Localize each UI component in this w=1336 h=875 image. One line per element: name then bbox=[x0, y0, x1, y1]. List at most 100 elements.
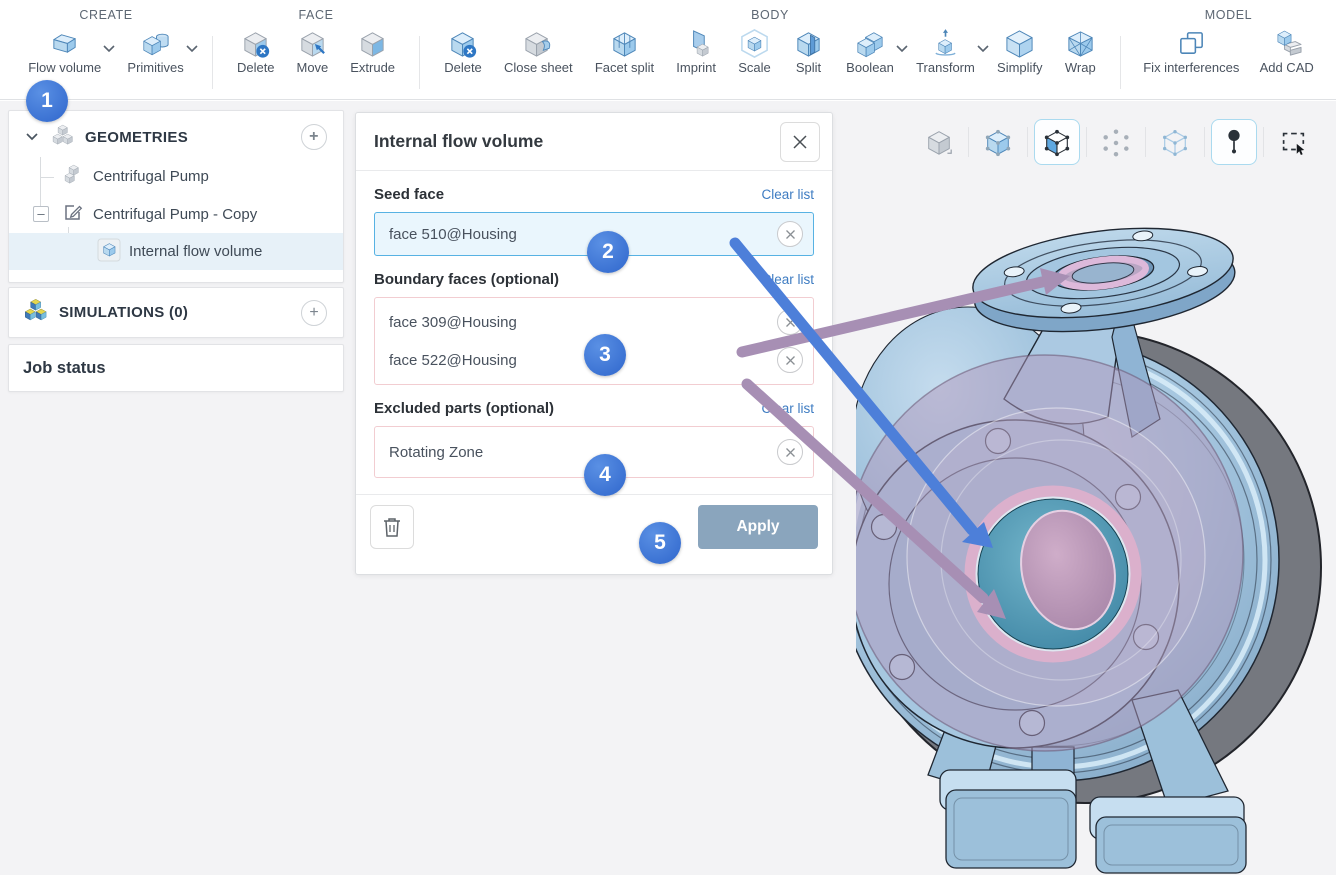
chevron-down-icon[interactable] bbox=[977, 40, 989, 58]
toolbar-button-primitives[interactable]: Primitives bbox=[123, 26, 187, 77]
split-icon bbox=[793, 28, 824, 59]
toolbar-button-face-move[interactable]: Move bbox=[292, 26, 332, 77]
toolbar-group-face: FACE Delete Move Extrude bbox=[213, 0, 419, 99]
vertex-select-icon[interactable] bbox=[1093, 119, 1139, 165]
toolbar-button-label: Delete bbox=[237, 60, 275, 75]
delete-operation-button[interactable] bbox=[370, 505, 414, 549]
toolbar-button-label: Split bbox=[796, 60, 821, 75]
clear-list-link-seed[interactable]: Clear list bbox=[761, 187, 814, 202]
trash-icon bbox=[382, 516, 402, 538]
toolbar-button-label: Close sheet bbox=[504, 60, 573, 75]
step-badge-5: 5 bbox=[639, 522, 681, 564]
toolbar-button-scale[interactable]: Scale bbox=[734, 26, 775, 77]
remove-entry-button[interactable] bbox=[777, 221, 803, 247]
tree-node-label: Centrifugal Pump bbox=[93, 168, 209, 185]
step-badge-1: 1 bbox=[26, 80, 68, 122]
add-simulation-button[interactable]: + bbox=[301, 300, 327, 326]
toolbar-button-label: Delete bbox=[444, 60, 482, 75]
tree-node-centrifugal-pump-copy[interactable]: – Centrifugal Pump - Copy bbox=[9, 195, 343, 233]
selection-entry[interactable]: face 309@Housing bbox=[375, 303, 813, 341]
simulations-icon bbox=[23, 297, 49, 328]
clear-list-link-excluded[interactable]: Clear list bbox=[761, 401, 814, 416]
toolbar-button-label: Simplify bbox=[997, 60, 1043, 75]
fix-interferences-icon bbox=[1176, 28, 1207, 59]
toolbar-button-wrap[interactable]: Wrap bbox=[1061, 26, 1100, 77]
excluded-parts-label: Excluded parts (optional) bbox=[374, 400, 554, 417]
close-dialog-button[interactable] bbox=[780, 122, 820, 162]
toolbar-button-transform[interactable]: Transform bbox=[912, 26, 979, 77]
toolbar-button-split[interactable]: Split bbox=[789, 26, 828, 77]
toolbar-group-create: CREATE Flow volume Primitives bbox=[0, 0, 212, 99]
toolbar-button-label: Add CAD bbox=[1260, 60, 1314, 75]
toolbar-button-add-cad[interactable]: Add CAD bbox=[1256, 26, 1318, 77]
tree-node-geometries[interactable]: GEOMETRIES + bbox=[9, 117, 343, 157]
apply-button[interactable]: Apply bbox=[698, 505, 818, 549]
toolbar-button-label: Primitives bbox=[127, 60, 183, 75]
close-icon bbox=[791, 133, 809, 151]
probe-point-icon[interactable] bbox=[1211, 119, 1257, 165]
chevron-down-icon[interactable] bbox=[103, 40, 115, 58]
toolbar-button-label: Facet split bbox=[595, 60, 654, 75]
toolbar-button-face-delete[interactable]: Delete bbox=[233, 26, 279, 77]
add-geometry-button[interactable]: + bbox=[301, 124, 327, 150]
viewport-3d-model[interactable] bbox=[856, 185, 1336, 875]
toolbar-group-label-model: MODEL bbox=[1121, 8, 1336, 22]
dialog-title: Internal flow volume bbox=[374, 131, 543, 152]
toolbar-button-imprint[interactable]: Imprint bbox=[672, 26, 720, 77]
remove-x-icon bbox=[785, 447, 796, 458]
toolbar-button-flow-volume[interactable]: Flow volume bbox=[24, 26, 105, 77]
box-select-icon[interactable] bbox=[1270, 119, 1316, 165]
simplify-icon bbox=[1004, 28, 1035, 59]
toolbar-button-label: Wrap bbox=[1065, 60, 1096, 75]
centrifugal-pump-model bbox=[856, 185, 1336, 875]
tree-node-label: Internal flow volume bbox=[129, 243, 262, 260]
selection-mode-toolbar bbox=[910, 119, 1322, 165]
flow-volume-cube-icon bbox=[97, 238, 121, 266]
job-status-panel[interactable]: Job status bbox=[8, 344, 344, 392]
chevron-down-icon[interactable] bbox=[186, 40, 198, 58]
collapse-minus-icon[interactable]: – bbox=[33, 206, 49, 222]
toolbar-group-label-face: FACE bbox=[213, 8, 419, 22]
toolbar-button-close-sheet[interactable]: Close sheet bbox=[500, 26, 577, 77]
step-badge-2: 2 bbox=[587, 231, 629, 273]
tree-node-internal-flow-volume[interactable]: Internal flow volume bbox=[9, 233, 343, 270]
simulations-label: SIMULATIONS (0) bbox=[59, 304, 188, 321]
toolbar-button-boolean[interactable]: Boolean bbox=[842, 26, 898, 77]
remove-entry-button[interactable] bbox=[777, 309, 803, 335]
toolbar-button-fix-interferences[interactable]: Fix interferences bbox=[1139, 26, 1243, 77]
toolbar-group-body: BODY Delete Close sheet Facet split Impr… bbox=[420, 0, 1120, 99]
add-cad-icon bbox=[1271, 28, 1302, 59]
scale-icon bbox=[739, 28, 770, 59]
toolbar-button-label: Scale bbox=[738, 60, 771, 75]
chevron-down-icon[interactable] bbox=[25, 129, 39, 146]
job-status-label: Job status bbox=[23, 359, 106, 378]
toolbar-button-facet-split[interactable]: Facet split bbox=[591, 26, 658, 77]
toolbar-button-label: Boolean bbox=[846, 60, 894, 75]
solid-body-icon[interactable] bbox=[916, 119, 962, 165]
volume-select-icon[interactable] bbox=[975, 119, 1021, 165]
flow-volume-icon bbox=[49, 28, 80, 59]
toolbar-button-label: Transform bbox=[916, 60, 975, 75]
edit-pencil-icon bbox=[63, 202, 83, 226]
face-select-icon[interactable] bbox=[1034, 119, 1080, 165]
close-sheet-icon bbox=[523, 28, 554, 59]
remove-entry-button[interactable] bbox=[777, 347, 803, 373]
wireframe-select-icon[interactable] bbox=[1152, 119, 1198, 165]
simulations-panel[interactable]: SIMULATIONS (0) + bbox=[8, 287, 344, 338]
transform-icon bbox=[930, 28, 961, 59]
step-badge-3: 3 bbox=[584, 334, 626, 376]
selection-entry-label: face 309@Housing bbox=[389, 314, 517, 331]
tree-node-centrifugal-pump[interactable]: Centrifugal Pump bbox=[9, 157, 343, 195]
boundary-faces-label: Boundary faces (optional) bbox=[374, 271, 559, 288]
remove-entry-button[interactable] bbox=[777, 439, 803, 465]
toolbar-button-label: Move bbox=[296, 60, 328, 75]
toolbar-button-label: Extrude bbox=[350, 60, 395, 75]
delete-face-icon bbox=[240, 28, 271, 59]
toolbar-button-body-delete[interactable]: Delete bbox=[440, 26, 486, 77]
clear-list-link-boundary[interactable]: Clear list bbox=[761, 272, 814, 287]
geometries-stack-icon bbox=[51, 123, 75, 151]
toolbar-button-simplify[interactable]: Simplify bbox=[993, 26, 1047, 77]
toolbar-button-face-extrude[interactable]: Extrude bbox=[346, 26, 399, 77]
chevron-down-icon[interactable] bbox=[896, 40, 908, 58]
boolean-icon bbox=[855, 28, 886, 59]
